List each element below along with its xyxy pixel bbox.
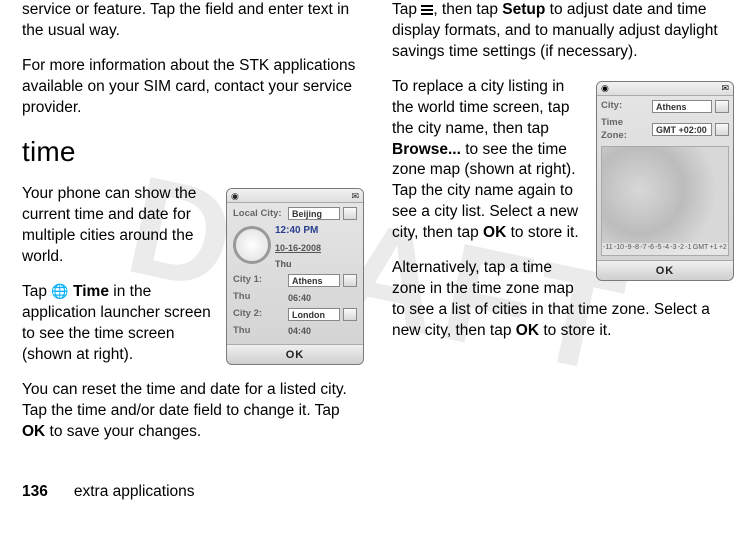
menu-icon [421, 5, 433, 15]
status2-left-icon: ◉ [601, 82, 609, 94]
p5-post: to save your changes. [45, 423, 201, 440]
p4-time-bold: Time [73, 283, 109, 300]
city1-day: Thu [233, 291, 285, 304]
page-number: 136 [22, 483, 48, 501]
left-column: service or feature. Tap the field and en… [22, 0, 364, 457]
city2-time: 04:40 [288, 325, 357, 337]
phone2-ok-button[interactable]: OK [597, 260, 733, 280]
tick: -10 [614, 243, 624, 255]
local-city-field[interactable]: Beijing [288, 207, 340, 220]
city2-label: City 2: [233, 308, 285, 321]
left-p5: You can reset the time and date for a li… [22, 380, 364, 443]
p1-mid: , then tap [433, 1, 502, 18]
city1-field[interactable]: Athens [288, 274, 340, 287]
footer-label: extra applications [74, 483, 195, 501]
tick: -7 [640, 243, 646, 255]
tick: -11 [603, 243, 613, 255]
p5-ok: OK [22, 423, 45, 440]
phone-timezone-map: ◉ ✉ City: Athens Time Zone: GMT +02:00 -… [596, 81, 734, 282]
p1-setup: Setup [502, 1, 545, 18]
tick: -1 [685, 243, 691, 255]
map-tz-dropdown-icon[interactable] [715, 123, 729, 136]
phone-time-screen: ◉ ✉ Local City: Beijing 12:40 PM 10-16-2… [226, 188, 364, 364]
page-footer: 136 extra applications [22, 483, 734, 501]
phone2-statusbar: ◉ ✉ [597, 82, 733, 96]
city2-dropdown-icon[interactable] [343, 308, 357, 321]
p2-post: to store it. [506, 224, 578, 241]
right-p1: Tap , then tap Setup to adjust date and … [392, 0, 734, 63]
city2-day: Thu [233, 325, 285, 338]
tick: -6 [648, 243, 654, 255]
map-city-label: City: [601, 100, 649, 113]
tick: -4 [663, 243, 669, 255]
tick: GMT [693, 243, 709, 255]
city1-label: City 1: [233, 274, 285, 287]
city1-time: 06:40 [288, 292, 357, 304]
status-right-icon: ✉ [351, 190, 359, 202]
tick: +2 [719, 243, 727, 255]
local-city-dropdown-icon[interactable] [343, 207, 357, 220]
left-p2: For more information about the STK appli… [22, 56, 364, 119]
tick: -5 [655, 243, 661, 255]
p3-post: to store it. [539, 322, 611, 339]
time-value[interactable]: 12:40 PM [275, 224, 357, 238]
city1-dropdown-icon[interactable] [343, 274, 357, 287]
analog-clock-icon [233, 226, 271, 264]
date-value[interactable]: 10-16-2008 [275, 242, 357, 254]
globe-icon: 🌐 [51, 283, 68, 299]
phone1-ok-button[interactable]: OK [227, 344, 363, 364]
p2-pre: To replace a city listing in the world t… [392, 78, 569, 137]
right-column: Tap , then tap Setup to adjust date and … [392, 0, 734, 457]
p2-browse: Browse... [392, 141, 461, 158]
p1-pre: Tap [392, 1, 421, 18]
tick: +1 [710, 243, 718, 255]
section-heading-time: time [22, 133, 364, 171]
map-city-dropdown-icon[interactable] [715, 100, 729, 113]
map-city-field[interactable]: Athens [652, 100, 712, 113]
local-city-label: Local City: [233, 208, 285, 221]
map-tz-field[interactable]: GMT +02:00 [652, 123, 712, 136]
city2-field[interactable]: London [288, 308, 340, 321]
tick: -2 [678, 243, 684, 255]
left-p1: service or feature. Tap the field and en… [22, 0, 364, 42]
timezone-map[interactable]: -11 -10 -9 -8 -7 -6 -5 -4 -3 -2 -1 GMT +… [601, 146, 729, 256]
timezone-ticks: -11 -10 -9 -8 -7 -6 -5 -4 -3 -2 -1 GMT +… [602, 243, 728, 255]
map-tz-label: Time Zone: [601, 117, 649, 143]
p5-pre: You can reset the time and date for a li… [22, 381, 347, 419]
p2-ok: OK [483, 224, 506, 241]
status2-right-icon: ✉ [721, 82, 729, 94]
tick: -8 [633, 243, 639, 255]
status-left-icon: ◉ [231, 190, 239, 202]
tick: -3 [670, 243, 676, 255]
p3-ok: OK [516, 322, 539, 339]
p4-pre: Tap [22, 283, 51, 300]
tick: -9 [625, 243, 631, 255]
day-value: Thu [275, 258, 357, 270]
phone1-statusbar: ◉ ✉ [227, 189, 363, 203]
